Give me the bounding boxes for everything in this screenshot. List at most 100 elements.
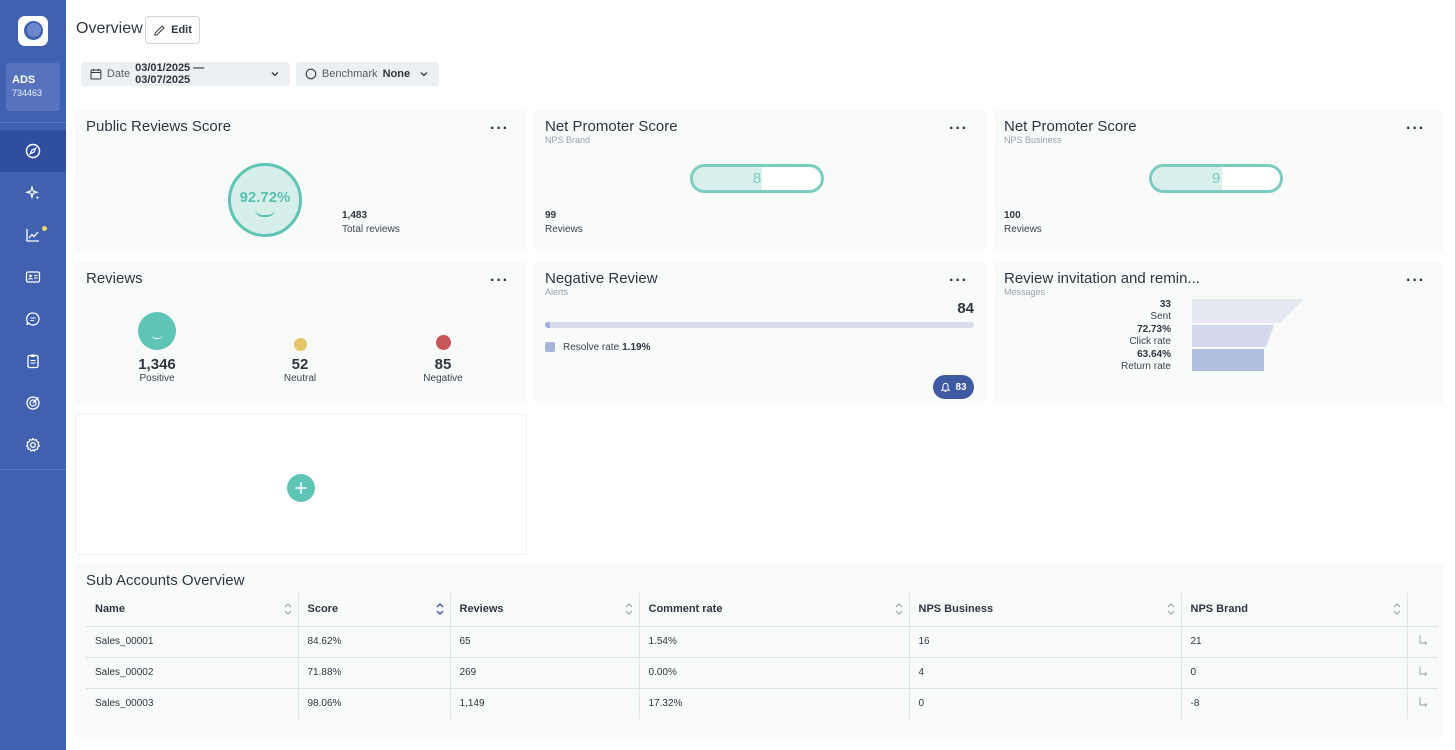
- cell-score: 71.88%: [298, 656, 451, 688]
- cell-nps-brand: 0: [1181, 656, 1408, 688]
- sidebar-item-surveys[interactable]: [0, 340, 66, 382]
- positive-count: 1,346: [138, 356, 176, 373]
- more-menu-button[interactable]: ···: [1406, 272, 1425, 290]
- positive-label: Positive: [139, 373, 175, 384]
- column-header-nps-business[interactable]: NPS Business: [909, 593, 1182, 626]
- funnel-sent-label: Sent: [1150, 311, 1171, 322]
- edit-button[interactable]: Edit: [145, 16, 200, 44]
- resolve-rate-fill: [545, 322, 551, 328]
- column-header-score[interactable]: Score: [298, 593, 451, 626]
- sidebar-item-messages[interactable]: [0, 298, 66, 340]
- row-action-cell: [1407, 687, 1438, 719]
- sidebar-item-contacts[interactable]: [0, 256, 66, 298]
- sidebar-item-insights[interactable]: [0, 172, 66, 214]
- nps-reviews-label: Reviews: [545, 224, 583, 235]
- date-filter-value: 03/01/2025 — 03/07/2025: [135, 62, 205, 86]
- funnel-return-bar: [1192, 349, 1264, 371]
- table-row[interactable]: Sales_00003 98.06% 1,149 17.32% 0 -8: [86, 687, 1438, 719]
- cell-name: Sales_00001: [86, 625, 299, 657]
- column-header-label: NPS Business: [918, 603, 994, 616]
- row-action-cell: [1407, 656, 1438, 688]
- cell-nps-business: 4: [909, 656, 1182, 688]
- legend-swatch: [545, 342, 555, 352]
- trend-chart-icon: [26, 229, 39, 242]
- chevron-down-icon: [420, 72, 428, 77]
- positive-smile-icon: [138, 312, 176, 350]
- app-logo[interactable]: [18, 16, 48, 46]
- sidebar-divider: [0, 122, 66, 123]
- more-menu-button[interactable]: ···: [949, 272, 968, 290]
- more-menu-button[interactable]: ···: [949, 120, 968, 138]
- resolve-rate-value: 1.19%: [622, 342, 651, 353]
- card-title: Review invitation and remin...: [1004, 270, 1200, 287]
- more-menu-button[interactable]: ···: [1406, 120, 1425, 138]
- column-header-nps-brand[interactable]: NPS Brand: [1181, 593, 1408, 626]
- cell-name: Sales_00002: [86, 656, 299, 688]
- column-header-actions: [1407, 593, 1438, 626]
- card-subtitle: NPS Brand: [545, 135, 591, 145]
- alerts-badge[interactable]: 83: [933, 375, 974, 399]
- sort-icon: [1167, 603, 1174, 615]
- drill-down-icon[interactable]: [1417, 634, 1429, 646]
- card-subtitle: NPS Business: [1004, 135, 1062, 145]
- account-switcher[interactable]: ADS 734463: [6, 63, 60, 111]
- more-menu-button[interactable]: ···: [490, 120, 509, 138]
- card-title: Net Promoter Score: [545, 118, 678, 135]
- notification-dot: [42, 226, 47, 231]
- circle-icon: [305, 68, 317, 80]
- table-row[interactable]: Sales_00001 84.62% 65 1.54% 16 21: [86, 625, 1438, 657]
- sidebar-item-reports[interactable]: [0, 214, 66, 256]
- review-invitation-card: Review invitation and remin... Messages …: [993, 262, 1443, 404]
- resolve-rate-label: Resolve rate: [563, 342, 620, 353]
- sidebar-item-settings[interactable]: [0, 424, 66, 466]
- card-title: Negative Review: [545, 270, 658, 287]
- compass-icon: [25, 143, 41, 159]
- sub-accounts-title: Sub Accounts Overview: [86, 572, 245, 589]
- cell-nps-business: 0: [909, 687, 1182, 719]
- cell-reviews: 65: [450, 625, 640, 657]
- neutral-count: 52: [291, 356, 309, 373]
- calendar-icon: [90, 69, 102, 80]
- benchmark-filter-value: None: [382, 68, 411, 80]
- bell-icon: [941, 382, 951, 392]
- card-title: Reviews: [86, 270, 143, 287]
- sidebar: ADS 734463: [0, 0, 66, 750]
- page-title: Overview: [76, 20, 143, 37]
- column-header-label: NPS Brand: [1190, 603, 1248, 616]
- gear-icon: [25, 437, 41, 452]
- cell-nps-brand: 21: [1181, 625, 1408, 657]
- negative-label: Negative: [423, 373, 463, 384]
- table-row[interactable]: Sales_00002 71.88% 269 0.00% 4 0: [86, 656, 1438, 688]
- cell-reviews: 269: [450, 656, 640, 688]
- nps-gauge: 8: [690, 164, 824, 193]
- nps-reviews-label: Reviews: [1004, 224, 1042, 235]
- drill-down-icon[interactable]: [1417, 696, 1429, 708]
- card-title: Net Promoter Score: [1004, 118, 1137, 135]
- sidebar-item-goals[interactable]: [0, 382, 66, 424]
- nps-value: 8: [752, 170, 762, 187]
- chevron-down-icon: [271, 72, 279, 77]
- column-header-comment-rate[interactable]: Comment rate: [639, 593, 910, 626]
- sidebar-divider: [0, 469, 66, 470]
- funnel-sent-value: 33: [1159, 299, 1171, 310]
- benchmark-filter[interactable]: Benchmark None: [296, 62, 439, 86]
- column-header-label: Comment rate: [648, 603, 723, 616]
- add-widget-card: [75, 414, 527, 555]
- drill-down-icon[interactable]: [1417, 665, 1429, 677]
- funnel-click-label: Click rate: [1129, 336, 1171, 347]
- score-value: 92.72%: [239, 188, 291, 206]
- date-filter[interactable]: Date 03/01/2025 — 03/07/2025: [81, 62, 290, 86]
- more-menu-button[interactable]: ···: [490, 272, 509, 290]
- column-header-reviews[interactable]: Reviews: [450, 593, 640, 626]
- chat-icon: [26, 312, 40, 326]
- column-header-name[interactable]: Name: [86, 593, 299, 626]
- negative-alert-count: 84: [957, 300, 974, 317]
- add-widget-button[interactable]: [287, 474, 315, 502]
- column-header-label: Score: [307, 603, 339, 616]
- funnel-sent-bar: [1192, 299, 1304, 323]
- funnel-return-label: Return rate: [1120, 361, 1171, 372]
- funnel-chart: [1192, 299, 1304, 371]
- cell-reviews: 1,149: [450, 687, 640, 719]
- nps-gauge: 9: [1149, 164, 1283, 193]
- sidebar-item-overview[interactable]: [0, 130, 66, 172]
